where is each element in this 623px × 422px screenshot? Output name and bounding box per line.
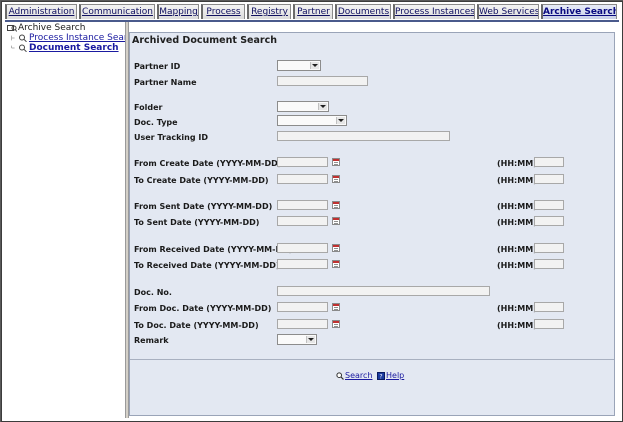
from-received-date-label: From Received Date (YYYY-MM-DD) bbox=[134, 245, 293, 254]
to-doc-date-field[interactable] bbox=[277, 319, 328, 329]
partner-id-select[interactable] bbox=[277, 60, 321, 71]
calendar-icon[interactable] bbox=[332, 244, 340, 252]
to-sent-date-label: To Sent Date (YYYY-MM-DD) bbox=[134, 218, 260, 227]
from-received-date-field[interactable] bbox=[277, 243, 328, 253]
search-icon bbox=[19, 34, 27, 42]
tree-item-label[interactable]: Process Instance Search bbox=[29, 33, 138, 43]
tab-partner[interactable]: Partner bbox=[293, 4, 333, 19]
tab-mapping[interactable]: Mapping bbox=[157, 4, 199, 19]
from-received-time-label: (HH:MM) bbox=[497, 245, 537, 254]
to-received-time-field[interactable] bbox=[534, 259, 564, 269]
main-content: Archived Document Search Partner ID Part… bbox=[129, 22, 619, 418]
from-received-time-field[interactable] bbox=[534, 243, 564, 253]
tab-administration[interactable]: Administration bbox=[5, 4, 77, 19]
doc-no-label: Doc. No. bbox=[134, 288, 172, 297]
page-title: Archived Document Search bbox=[132, 35, 277, 46]
tree-item-label[interactable]: Document Search bbox=[29, 43, 119, 53]
remark-label: Remark bbox=[134, 336, 169, 345]
navigation-tree: Archive Search Process Instance Search D… bbox=[5, 22, 138, 418]
calendar-icon[interactable] bbox=[332, 260, 340, 268]
tab-archive-search[interactable]: Archive Search bbox=[541, 4, 617, 19]
help-button-label[interactable]: Help bbox=[386, 371, 404, 380]
help-book-icon: ? bbox=[377, 371, 385, 380]
user-tracking-id-field[interactable] bbox=[277, 131, 450, 141]
remark-select[interactable] bbox=[277, 334, 317, 345]
calendar-icon[interactable] bbox=[332, 201, 340, 209]
svg-text:?: ? bbox=[379, 373, 382, 380]
to-sent-date-field[interactable] bbox=[277, 216, 328, 226]
from-sent-time-label: (HH:MM) bbox=[497, 202, 537, 211]
chevron-down-icon bbox=[306, 336, 315, 343]
form-divider bbox=[130, 359, 614, 360]
to-doc-time-field[interactable] bbox=[534, 319, 564, 329]
folder-select[interactable] bbox=[277, 101, 329, 112]
tree-root: Archive Search bbox=[7, 23, 85, 33]
tab-bar: Administration Communication Mapping Pro… bbox=[5, 4, 619, 22]
to-doc-date-label: To Doc. Date (YYYY-MM-DD) bbox=[134, 321, 259, 330]
to-received-time-label: (HH:MM) bbox=[497, 261, 537, 270]
tree-item-document-search[interactable]: Document Search bbox=[11, 43, 119, 53]
from-create-date-label: From Create Date (YYYY-MM-DD) bbox=[134, 159, 282, 168]
tab-process[interactable]: Process bbox=[201, 4, 245, 19]
from-sent-date-field[interactable] bbox=[277, 200, 328, 210]
to-doc-time-label: (HH:MM) bbox=[497, 321, 537, 330]
user-tracking-id-label: User Tracking ID bbox=[134, 133, 208, 142]
to-create-time-label: (HH:MM) bbox=[497, 176, 537, 185]
partner-name-label: Partner Name bbox=[134, 78, 197, 87]
calendar-icon[interactable] bbox=[332, 303, 340, 311]
tab-web-services[interactable]: Web Services bbox=[477, 4, 539, 19]
from-doc-date-field[interactable] bbox=[277, 302, 328, 312]
from-doc-time-label: (HH:MM) bbox=[497, 304, 537, 313]
from-doc-date-label: From Doc. Date (YYYY-MM-DD) bbox=[134, 304, 272, 313]
folder-label: Folder bbox=[134, 103, 163, 112]
from-create-time-field[interactable] bbox=[534, 157, 564, 167]
chevron-down-icon bbox=[318, 103, 327, 110]
to-create-date-field[interactable] bbox=[277, 174, 328, 184]
search-button[interactable]: Search bbox=[336, 371, 372, 380]
chevron-down-icon bbox=[310, 62, 319, 69]
search-button-label[interactable]: Search bbox=[345, 371, 372, 380]
calendar-icon[interactable] bbox=[332, 175, 340, 183]
doc-type-select[interactable] bbox=[277, 115, 347, 126]
doc-type-label: Doc. Type bbox=[134, 118, 178, 127]
from-create-date-field[interactable] bbox=[277, 157, 328, 167]
search-folder-icon bbox=[7, 24, 17, 32]
doc-no-field[interactable] bbox=[277, 286, 490, 296]
calendar-icon[interactable] bbox=[332, 320, 340, 328]
tab-registry[interactable]: Registry bbox=[247, 4, 291, 19]
search-form-panel: Archived Document Search Partner ID Part… bbox=[129, 32, 615, 416]
from-sent-date-label: From Sent Date (YYYY-MM-DD) bbox=[134, 202, 273, 211]
tree-item-process-instance-search[interactable]: Process Instance Search bbox=[11, 33, 138, 43]
partner-id-label: Partner ID bbox=[134, 62, 181, 71]
search-icon bbox=[336, 371, 344, 380]
tree-connector-icon bbox=[11, 45, 15, 48]
calendar-icon[interactable] bbox=[332, 158, 340, 166]
tab-communication[interactable]: Communication bbox=[79, 4, 155, 19]
application-window: Administration Communication Mapping Pro… bbox=[1, 1, 623, 422]
search-icon bbox=[19, 44, 27, 52]
help-button[interactable]: ? Help bbox=[377, 371, 404, 380]
to-sent-time-label: (HH:MM) bbox=[497, 218, 537, 227]
chevron-down-icon bbox=[336, 117, 345, 124]
to-sent-time-field[interactable] bbox=[534, 216, 564, 226]
to-received-date-label: To Received Date (YYYY-MM-DD) bbox=[134, 261, 280, 270]
to-received-date-field[interactable] bbox=[277, 259, 328, 269]
to-create-time-field[interactable] bbox=[534, 174, 564, 184]
from-sent-time-field[interactable] bbox=[534, 200, 564, 210]
from-doc-time-field[interactable] bbox=[534, 302, 564, 312]
calendar-icon[interactable] bbox=[332, 217, 340, 225]
from-create-time-label: (HH:MM) bbox=[497, 159, 537, 168]
to-create-date-label: To Create Date (YYYY-MM-DD) bbox=[134, 176, 269, 185]
tab-documents[interactable]: Documents bbox=[335, 4, 391, 19]
partner-name-field[interactable] bbox=[277, 76, 368, 86]
tree-root-label: Archive Search bbox=[18, 23, 86, 33]
tree-connector-icon bbox=[11, 35, 15, 40]
tab-process-instances[interactable]: Process Instances bbox=[393, 4, 475, 19]
